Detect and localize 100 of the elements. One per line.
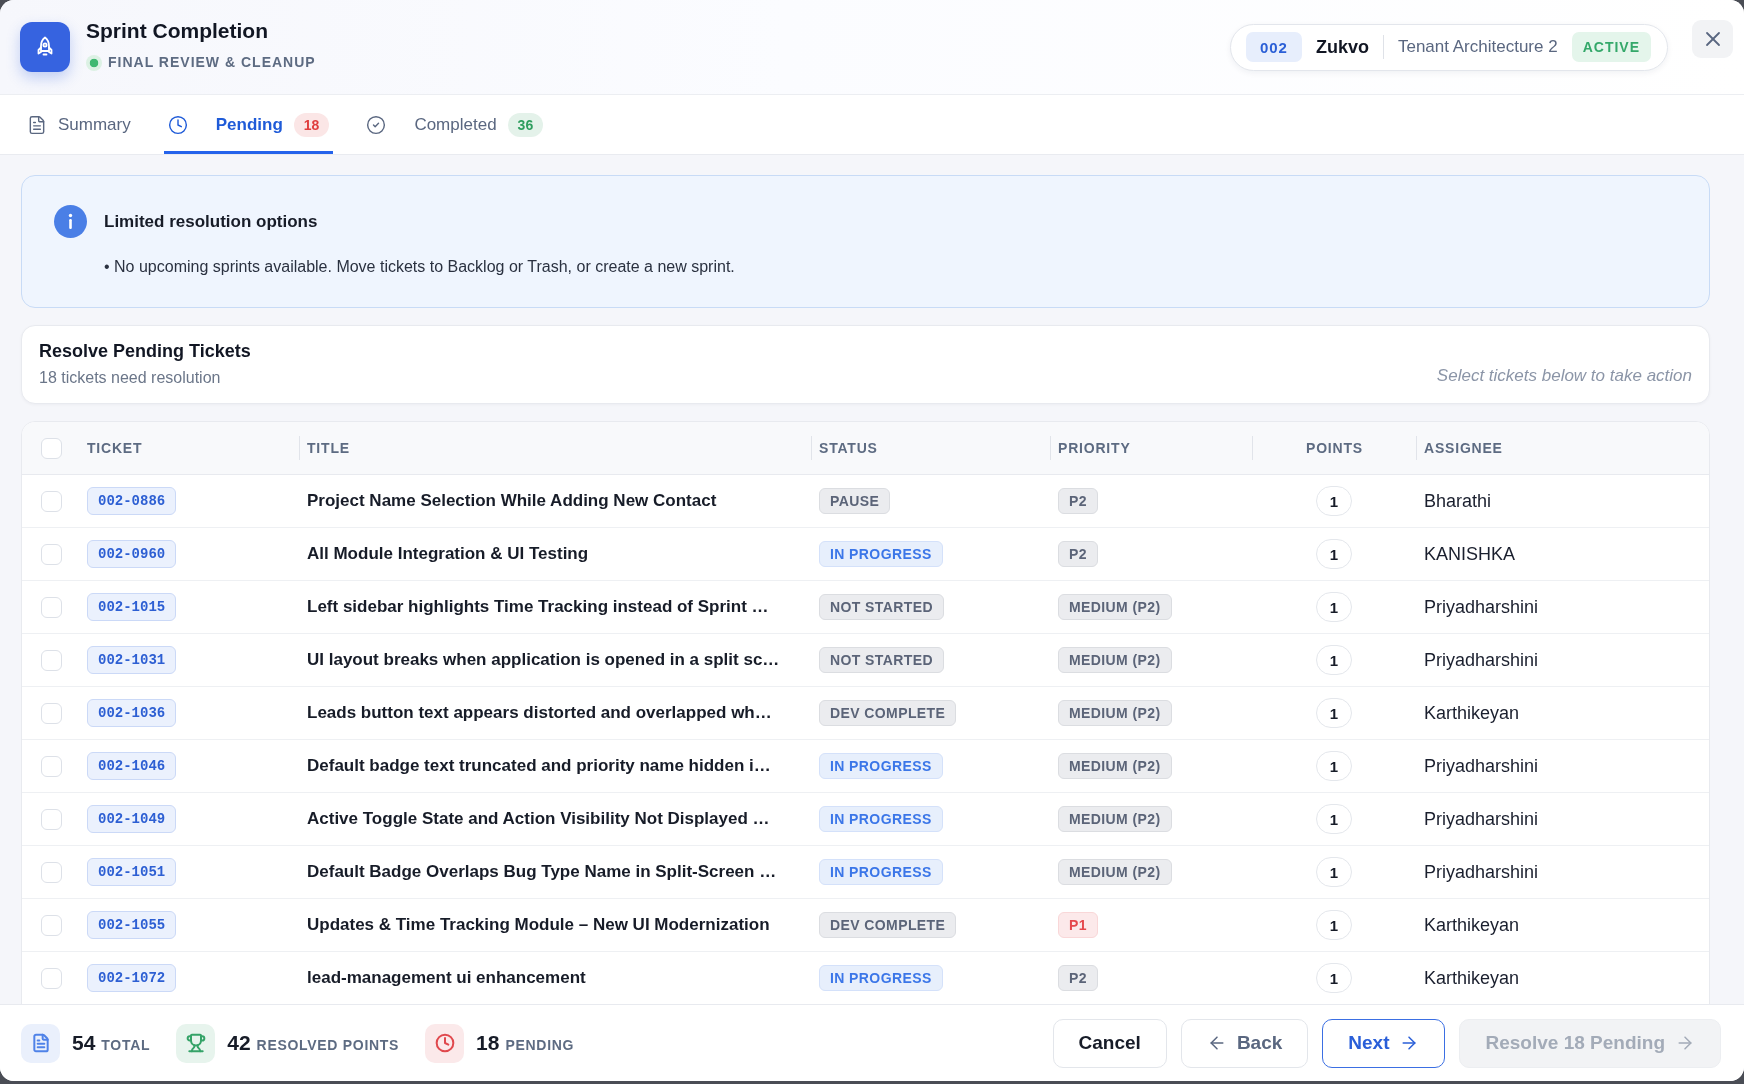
clock-icon xyxy=(167,114,188,135)
column-header: TICKET xyxy=(86,439,144,458)
document-icon xyxy=(21,1023,60,1063)
ticket-title: UI layout breaks when application is opened in a split sc… xyxy=(307,650,780,670)
close-button[interactable] xyxy=(1692,20,1733,58)
ticket-title: Default badge text truncated and priority name hidden i… xyxy=(307,756,771,776)
notice-title: Limited resolution options xyxy=(104,211,318,232)
document-icon xyxy=(27,114,47,135)
stat-value: 54 xyxy=(72,1031,96,1055)
ticket-title: All Module Integration & UI Testing xyxy=(307,544,589,564)
points-pill: 1 xyxy=(1316,804,1352,834)
ticket-id-tag[interactable]: 002-1072 xyxy=(87,964,177,992)
project-name: Zukvo xyxy=(1315,36,1369,58)
ticket-id-tag[interactable]: 002-1046 xyxy=(87,752,177,780)
assignee-name: Priyadharshini xyxy=(1424,861,1539,883)
ticket-title: Active Toggle State and Action Visibility Not Displayed … xyxy=(307,809,770,829)
trophy-icon xyxy=(176,1023,216,1063)
ticket-title: Project Name Selection While Adding New Contact xyxy=(307,491,717,511)
column-header: STATUS xyxy=(811,436,1050,460)
priority-tag: P2 xyxy=(1058,541,1098,567)
row-checkbox[interactable] xyxy=(41,808,62,830)
status-tag: DEV COMPLETE xyxy=(819,700,957,726)
status-tag: IN PROGRESS xyxy=(819,806,943,832)
footer-button[interactable]: Back xyxy=(1180,1018,1309,1068)
column-header: PRIORITY xyxy=(1050,436,1252,460)
points-pill: 1 xyxy=(1316,963,1352,993)
dialog-subtitle: FINAL REVIEW & CLEANUP xyxy=(108,54,316,71)
ticket-id-tag[interactable]: 002-1036 xyxy=(87,699,177,727)
row-checkbox[interactable] xyxy=(41,755,62,777)
row-checkbox[interactable] xyxy=(41,649,62,671)
row-checkbox[interactable] xyxy=(41,861,62,883)
status-tag: IN PROGRESS xyxy=(819,859,943,885)
ticket-id-tag[interactable]: 002-1055 xyxy=(87,911,177,939)
stat-value: 18 xyxy=(476,1031,500,1055)
assignee-name: Karthikeyan xyxy=(1424,702,1520,724)
assignee-name: Priyadharshini xyxy=(1424,808,1539,830)
priority-tag: MEDIUM (P2) xyxy=(1058,859,1172,885)
status-tag: IN PROGRESS xyxy=(819,541,943,567)
status-dot-icon xyxy=(86,54,102,71)
priority-tag: MEDIUM (P2) xyxy=(1058,700,1172,726)
sprint-status-tag: ACTIVE xyxy=(1571,32,1651,62)
card-hint: Select tickets below to take action xyxy=(1436,365,1692,386)
column-header: POINTS xyxy=(1252,436,1416,460)
row-checkbox[interactable] xyxy=(41,967,62,989)
column-header: ASSIGNEE xyxy=(1416,436,1709,460)
notice-text: • No upcoming sprints available. Move tickets to Backlog or Trash, or create a new sprint. xyxy=(104,257,736,277)
footer-button[interactable]: Next xyxy=(1322,1018,1446,1068)
sprint-name: Tenant Architecture 2 xyxy=(1397,37,1558,57)
ticket-title: Left sidebar highlights Time Tracking instead of Sprint … xyxy=(307,597,769,617)
points-pill: 1 xyxy=(1316,698,1352,728)
status-tag: DEV COMPLETE xyxy=(819,912,957,938)
card-subtitle: 18 tickets need resolution xyxy=(39,368,222,388)
check-circle-icon xyxy=(366,114,387,135)
status-tag: NOT STARTED xyxy=(819,647,944,673)
count-badge: 36 xyxy=(507,112,544,137)
footer-button[interactable]: Cancel xyxy=(1052,1018,1167,1068)
row-checkbox[interactable] xyxy=(41,914,62,936)
status-tag: NOT STARTED xyxy=(819,594,944,620)
ticket-id-tag[interactable]: 002-1049 xyxy=(87,805,177,833)
row-checkbox[interactable] xyxy=(41,596,62,618)
assignee-name: Priyadharshini xyxy=(1424,596,1539,618)
info-icon xyxy=(54,205,87,238)
ticket-title: Default Badge Overlaps Bug Type Name in Split-Screen … xyxy=(307,862,777,882)
ticket-title: lead-management ui enhancement xyxy=(307,968,586,988)
ticket-id-tag[interactable]: 002-1015 xyxy=(87,593,177,621)
row-checkbox[interactable] xyxy=(41,543,62,565)
points-pill: 1 xyxy=(1316,486,1352,516)
stat-label: RESOLVED POINTS xyxy=(256,1037,400,1053)
count-badge: 18 xyxy=(293,112,330,137)
priority-tag: P2 xyxy=(1058,965,1098,991)
column-header: TITLE xyxy=(299,436,811,460)
points-pill: 1 xyxy=(1316,751,1352,781)
status-tag: PAUSE xyxy=(819,488,891,514)
status-tag: IN PROGRESS xyxy=(819,965,943,991)
points-pill: 1 xyxy=(1316,910,1352,940)
assignee-name: Priyadharshini xyxy=(1424,649,1539,671)
assignee-name: Karthikeyan xyxy=(1424,967,1520,989)
priority-tag: MEDIUM (P2) xyxy=(1058,647,1172,673)
dialog-title: Sprint Completion xyxy=(86,19,268,43)
points-pill: 1 xyxy=(1316,592,1352,622)
ticket-id-tag[interactable]: 002-1051 xyxy=(87,858,177,886)
assignee-name: Bharathi xyxy=(1424,490,1492,512)
card-title: Resolve Pending Tickets xyxy=(39,340,251,363)
sprint-number-tag: 002 xyxy=(1245,32,1302,62)
select-all-checkbox[interactable] xyxy=(41,437,62,459)
stat-label: PENDING xyxy=(505,1037,575,1053)
ticket-id-tag[interactable]: 002-1031 xyxy=(87,646,177,674)
row-checkbox[interactable] xyxy=(41,702,62,724)
row-checkbox[interactable] xyxy=(41,490,62,512)
tab[interactable]: Summary xyxy=(23,95,135,154)
priority-tag: MEDIUM (P2) xyxy=(1058,753,1172,779)
points-pill: 1 xyxy=(1316,645,1352,675)
ticket-id-tag[interactable]: 002-0886 xyxy=(87,487,177,515)
assignee-name: KANISHKA xyxy=(1424,543,1516,565)
priority-tag: P1 xyxy=(1058,912,1098,938)
status-tag: IN PROGRESS xyxy=(819,753,943,779)
clock-icon xyxy=(425,1023,465,1063)
ticket-id-tag[interactable]: 002-0960 xyxy=(87,540,177,568)
tab[interactable]: Completed 36 xyxy=(362,95,548,154)
rocket-icon xyxy=(20,22,70,72)
